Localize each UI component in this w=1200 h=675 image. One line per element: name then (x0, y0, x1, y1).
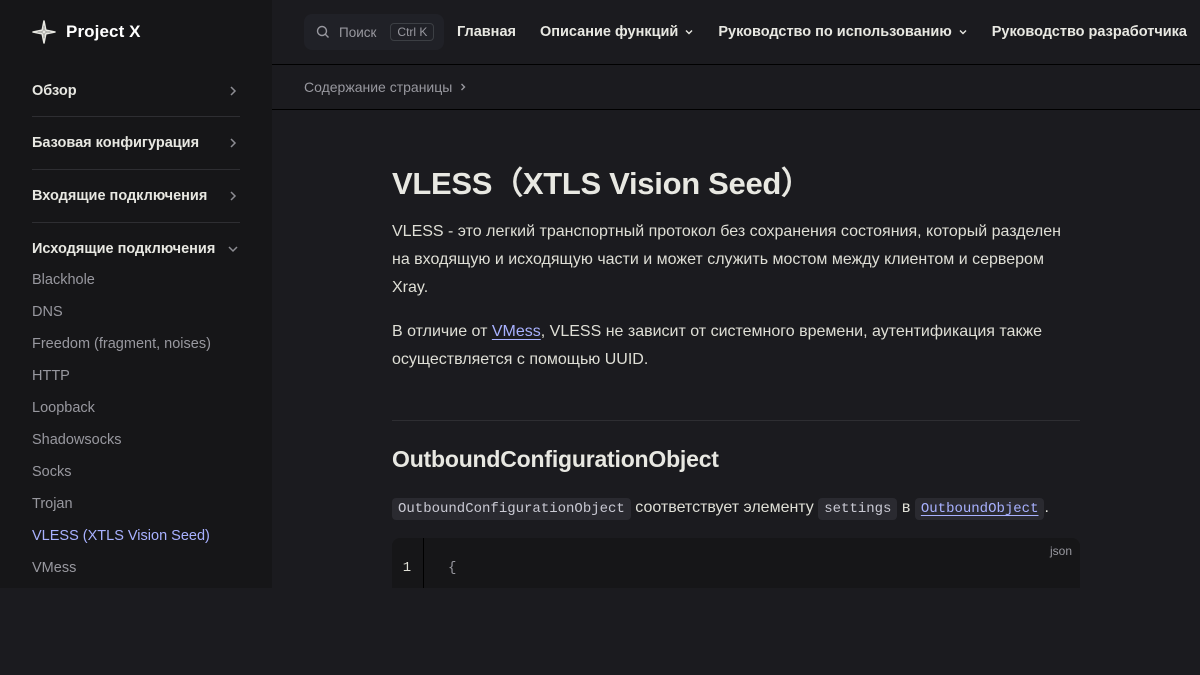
inline-code: settings (818, 498, 898, 520)
inline-code: OutboundConfigurationObject (392, 498, 631, 520)
code-language-label: json (1049, 544, 1072, 558)
local-nav: Содержание страницы (272, 65, 1200, 110)
chevron-right-icon (226, 136, 240, 150)
top-navbar: Поиск Ctrl K Главная Описание функций Ру… (272, 0, 1200, 65)
chevron-right-icon (458, 79, 468, 95)
paragraph-text: соответствует элементу (630, 499, 819, 516)
sidebar-item-dns[interactable]: DNS (32, 304, 63, 320)
sidebar-item-vless[interactable]: VLESS (XTLS Vision Seed) (32, 528, 210, 544)
chevron-right-icon (226, 84, 240, 98)
vmess-paragraph: В отличие от VMess, VLESS не зависит от … (392, 318, 1080, 374)
sidebar-section-label: Обзор (32, 82, 77, 99)
sidebar-section-overview[interactable]: Обзор (32, 64, 240, 117)
sidebar-item-http[interactable]: HTTP (32, 368, 70, 384)
paragraph-text: в (897, 499, 915, 516)
settings-paragraph: OutboundConfigurationObject соответствуе… (392, 494, 1049, 523)
nav-user-guide[interactable]: Руководство по использованию (718, 24, 967, 40)
search-icon (316, 25, 330, 39)
toc-label: Содержание страницы (304, 79, 453, 95)
chevron-down-icon (684, 27, 694, 37)
section-heading: OutboundConfigurationObject (392, 446, 719, 472)
sidebar-section-basic-config[interactable]: Базовая конфигурация (32, 116, 240, 169)
sidebar-item-shadowsocks[interactable]: Shadowsocks (32, 432, 121, 448)
vmess-link[interactable]: VMess (492, 323, 541, 340)
paragraph-text: . (1044, 499, 1049, 516)
nav-home[interactable]: Главная (457, 24, 516, 40)
code-line: { (448, 560, 457, 576)
top-nav-links: Главная Описание функций Руководство по … (457, 0, 1200, 64)
chevron-right-icon (226, 189, 240, 203)
search-shortcut-badge: Ctrl K (390, 23, 435, 41)
star-logo-icon (32, 20, 56, 44)
sidebar-section-label: Исходящие подключения (32, 241, 216, 257)
line-number-gutter: 1 (392, 538, 424, 588)
viewport: Project X Обзор Базовая конфигурация Вхо… (0, 0, 1200, 588)
page-title: VLESS（XTLS Vision Seed） (392, 166, 812, 201)
search-placeholder: Поиск (339, 24, 377, 40)
sidebar: Project X Обзор Базовая конфигурация Вхо… (0, 0, 272, 588)
nav-label: Описание функций (539, 24, 679, 40)
intro-paragraph: VLESS - это легкий транспортный протокол… (392, 223, 1061, 296)
section-divider (392, 420, 1080, 421)
sidebar-item-socks[interactable]: Socks (32, 464, 72, 480)
sidebar-section-outbounds[interactable]: Исходящие подключения (32, 222, 240, 275)
code-block: 1 { json (392, 538, 1080, 588)
sidebar-section-inbounds[interactable]: Входящие подключения (32, 169, 240, 222)
sidebar-section-label: Базовая конфигурация (32, 135, 200, 151)
paragraph-text: В отличие от (392, 323, 492, 340)
site-name: Project X (66, 22, 141, 41)
chevron-down-icon (958, 27, 968, 37)
line-number: 1 (402, 560, 412, 576)
nav-label: Главная (457, 24, 516, 40)
nav-label: Руководство разработчика (991, 24, 1187, 40)
sidebar-item-blackhole[interactable]: Blackhole (32, 272, 95, 288)
nav-developer-guide[interactable]: Руководство разработчика (992, 24, 1187, 40)
site-logo[interactable]: Project X (32, 20, 141, 44)
sidebar-item-freedom[interactable]: Freedom (fragment, noises) (32, 336, 211, 352)
sidebar-section-label: Входящие подключения (32, 188, 208, 204)
search-button[interactable]: Поиск Ctrl K (304, 14, 444, 50)
toc-dropdown[interactable]: Содержание страницы (304, 79, 468, 95)
sidebar-item-vmess[interactable]: VMess (32, 560, 76, 576)
empty-area (0, 588, 1200, 675)
sidebar-item-trojan[interactable]: Trojan (32, 496, 73, 512)
chevron-down-icon (226, 242, 240, 256)
sidebar-item-loopback[interactable]: Loopback (32, 400, 95, 416)
outbound-object-link[interactable]: OutboundObject (914, 498, 1045, 520)
nav-label: Руководство по использованию (718, 24, 952, 40)
nav-features[interactable]: Описание функций (540, 24, 694, 40)
